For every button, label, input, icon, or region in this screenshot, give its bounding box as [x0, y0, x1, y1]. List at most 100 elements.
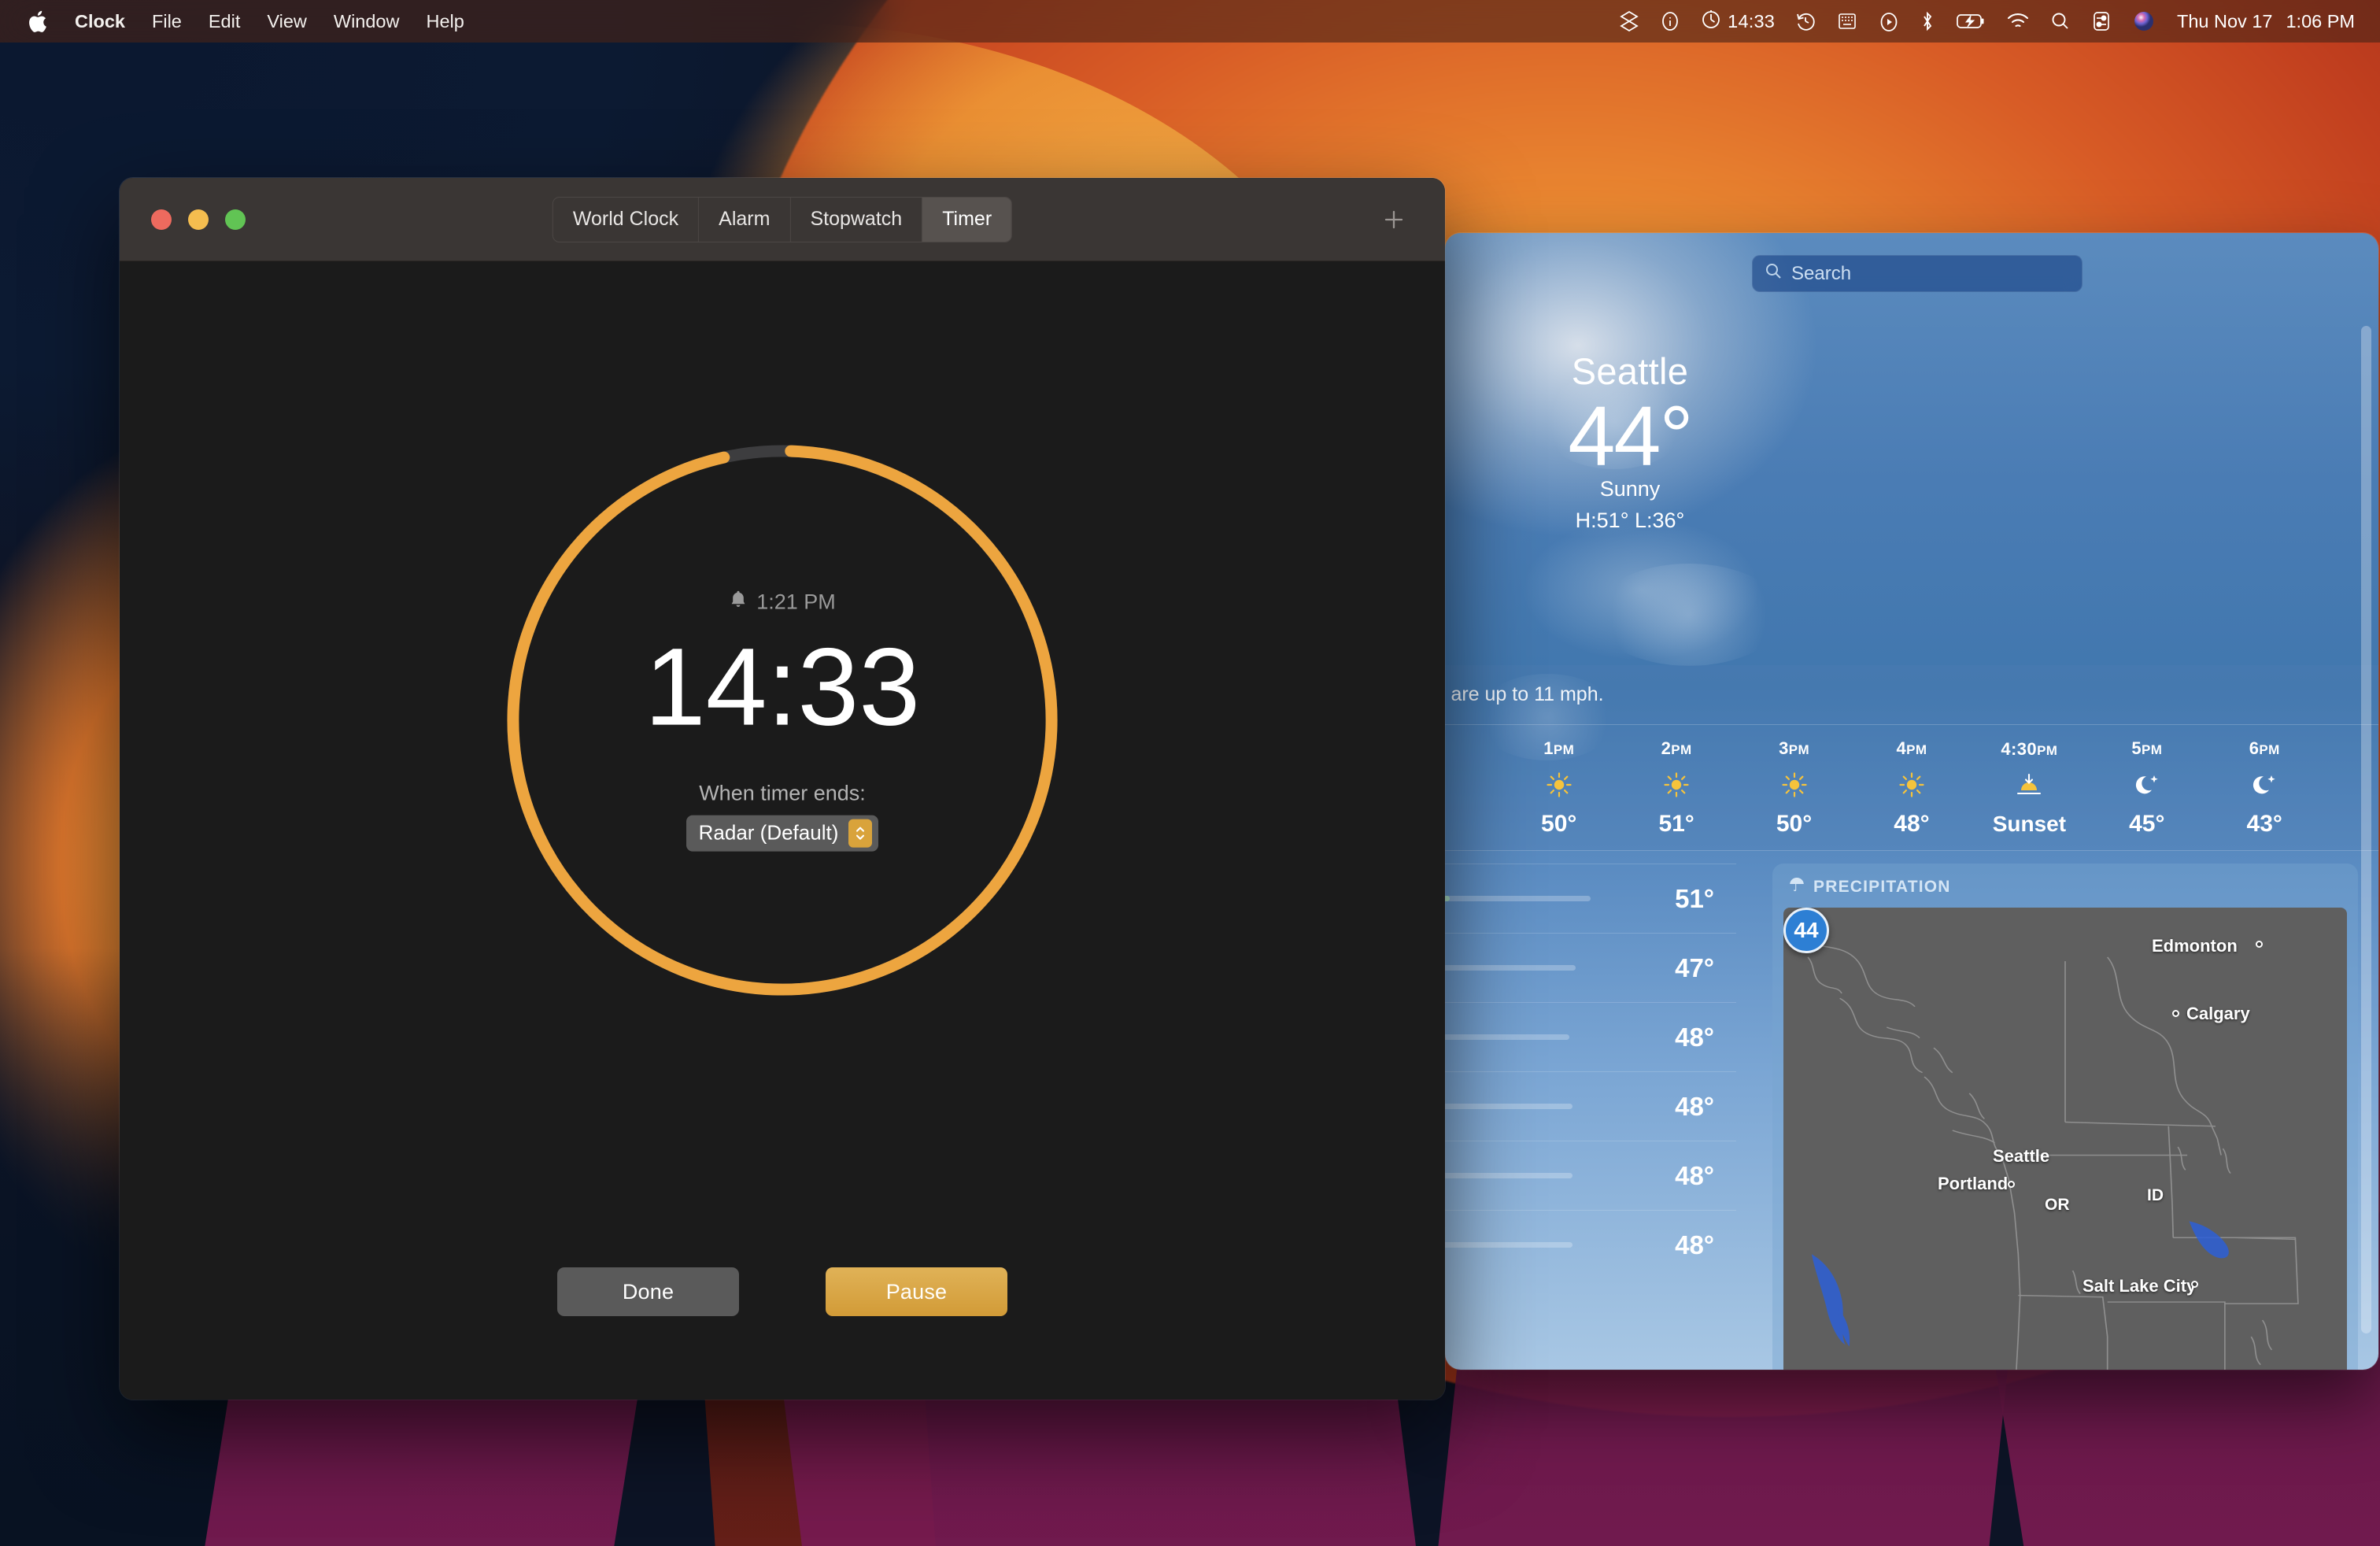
stack-icon[interactable] — [1609, 0, 1650, 43]
map-dot-salt-lake-city — [2191, 1281, 2198, 1288]
daily-row: 51° — [1445, 864, 1736, 933]
umbrella-icon — [1788, 876, 1805, 898]
timer-readout: 1:21 PM 14:33 When timer ends: Radar (De… — [507, 590, 1058, 852]
tab-alarm[interactable]: Alarm — [699, 197, 791, 242]
timer-icon — [1701, 8, 1721, 35]
info-circle-icon[interactable] — [1650, 0, 1691, 43]
clock-window[interactable]: World Clock Alarm Stopwatch Timer 1:21 P… — [120, 178, 1445, 1400]
keyboard-icon[interactable] — [1826, 0, 1868, 43]
hourly-time: 5PM — [2131, 738, 2163, 758]
daily-temp: 47° — [1675, 952, 1714, 982]
window-traffic-lights — [120, 209, 246, 230]
hourly-cell: 2PM 51° — [1617, 725, 1735, 850]
menu-item-help[interactable]: Help — [412, 0, 477, 43]
hourly-cell: 6PM 43° — [2206, 725, 2323, 850]
weather-search-field[interactable]: Search — [1752, 255, 2082, 292]
timer-status-item[interactable]: 14:33 — [1691, 0, 1785, 43]
precipitation-map[interactable]: 44 Edmonton Calgary Seattle Portland OR … — [1783, 908, 2347, 1370]
weather-precipitation-card[interactable]: PRECIPITATION 44 Edmonton Calgary Seattl… — [1772, 864, 2358, 1370]
minimize-button[interactable] — [188, 209, 209, 230]
timer-remaining-time: 14:33 — [644, 624, 921, 749]
tab-timer[interactable]: Timer — [922, 197, 1012, 242]
hourly-time: 1PM — [1543, 738, 1575, 758]
daily-row: 48° — [1445, 1210, 1736, 1279]
zoom-button[interactable] — [225, 209, 246, 230]
daily-row: 48° — [1445, 1071, 1736, 1141]
map-temperature-badge: 44 — [1783, 908, 1829, 953]
plus-icon[interactable] — [1377, 203, 1410, 236]
menu-item-view[interactable]: View — [253, 0, 320, 43]
hourly-cell: 5PM 45° — [2088, 725, 2205, 850]
hourly-temp: 50° — [1541, 810, 1577, 837]
hourly-cell: 3PM 50° — [1735, 725, 1853, 850]
menu-bar-datetime[interactable]: Thu Nov 17 1:06 PM — [2166, 11, 2360, 32]
tab-stopwatch[interactable]: Stopwatch — [790, 197, 923, 242]
control-center-icon[interactable] — [2081, 0, 2122, 43]
weather-window[interactable]: Search Seattle 44° Sunny H:51° L:36° nd … — [1445, 233, 2378, 1370]
siri-icon[interactable] — [2122, 0, 2166, 43]
clock-titlebar[interactable]: World Clock Alarm Stopwatch Timer — [120, 178, 1445, 261]
hourly-time: 4PM — [1896, 738, 1927, 758]
daily-temp: 48° — [1675, 1160, 1714, 1190]
battery-charging-icon[interactable] — [1946, 0, 1996, 43]
close-button[interactable] — [151, 209, 172, 230]
daily-temp-bar — [1445, 965, 1576, 971]
map-dot-calgary — [2172, 1010, 2179, 1017]
hourly-cell: 1PM 50° — [1500, 725, 1617, 850]
hourly-time: 3PM — [1779, 738, 1810, 758]
menu-bar-status-area: 14:33 Thu Nov 17 1:06 PM — [1609, 0, 2380, 43]
weather-vertical-scrollbar[interactable] — [2361, 326, 2371, 1333]
daily-temp: 48° — [1675, 1022, 1714, 1052]
hourly-cell-sunset: 4:30PM Sunset — [1971, 725, 2088, 850]
map-label-portland: Portland — [1938, 1174, 2009, 1193]
pause-button[interactable]: Pause — [826, 1267, 1007, 1316]
apple-logo-icon[interactable] — [24, 7, 50, 35]
menu-bar: Clock File Edit View Window Help 14:33 T… — [0, 0, 2380, 43]
timer-sound-select[interactable]: Radar (Default) — [686, 815, 879, 852]
moon-icon — [2133, 769, 2161, 801]
hourly-temp: 51° — [1658, 810, 1694, 837]
moon-icon — [2250, 769, 2278, 801]
map-label-calgary: Calgary — [2186, 1004, 2250, 1023]
done-button[interactable]: Done — [557, 1267, 739, 1316]
map-label-salt-lake-city: Salt Lake City — [2082, 1276, 2197, 1296]
up-down-chevron-icon[interactable] — [848, 819, 873, 848]
search-icon — [1765, 262, 1783, 286]
play-circle-icon[interactable] — [1868, 0, 1909, 43]
timer-sound-value: Radar (Default) — [698, 820, 839, 845]
daily-current-dot — [1445, 896, 1450, 901]
hourly-cell: 4PM 48° — [1853, 725, 1970, 850]
spotlight-search-icon[interactable] — [2040, 0, 2081, 43]
hourly-temp: 48° — [1894, 810, 1930, 837]
timer-panel: 1:21 PM 14:33 When timer ends: Radar (De… — [120, 261, 1445, 1400]
tab-world-clock[interactable]: World Clock — [553, 197, 700, 242]
when-timer-ends-label: When timer ends: — [699, 781, 866, 805]
menu-bar-left: Clock File Edit View Window Help — [0, 0, 478, 43]
weather-city-name: Seattle — [1571, 350, 1689, 392]
weather-alert-banner[interactable]: nd gusts are up to 11 mph. — [1445, 665, 2378, 725]
daily-temp-bar — [1445, 1034, 1569, 1040]
sun-icon — [1545, 769, 1573, 801]
weather-hourly-forecast[interactable]: 1PM 50° 2PM 51° 3PM 50° 4PM 48° 4:30PM S… — [1445, 725, 2378, 851]
map-label-id: ID — [2147, 1186, 2164, 1204]
map-label-edmonton: Edmonton — [2152, 936, 2238, 956]
menu-item-file[interactable]: File — [139, 0, 195, 43]
clock-tab-bar: World Clock Alarm Stopwatch Timer — [552, 196, 1013, 242]
menu-time: 1:06 PM — [2286, 10, 2355, 31]
weather-condition-label: Sunny — [1599, 477, 1661, 501]
menu-item-window[interactable]: Window — [320, 0, 413, 43]
wifi-icon[interactable] — [1996, 0, 2040, 43]
menu-item-clock[interactable]: Clock — [61, 0, 139, 43]
bluetooth-icon[interactable] — [1909, 0, 1946, 43]
map-coastlines — [1802, 940, 2299, 1370]
clock-rewind-icon[interactable] — [1785, 0, 1826, 43]
hourly-time: 6PM — [2249, 738, 2280, 758]
menu-item-edit[interactable]: Edit — [195, 0, 254, 43]
timer-status-value: 14:33 — [1728, 10, 1775, 31]
weather-daily-forecast-list[interactable]: 51° 47° 48° 48° 48° 48° — [1445, 851, 1760, 1370]
daily-temp-bar — [1445, 1104, 1572, 1109]
bell-icon — [729, 590, 748, 616]
daily-temp: 51° — [1675, 883, 1714, 913]
sun-icon — [1780, 769, 1809, 801]
timer-end-time: 1:21 PM — [756, 590, 836, 614]
